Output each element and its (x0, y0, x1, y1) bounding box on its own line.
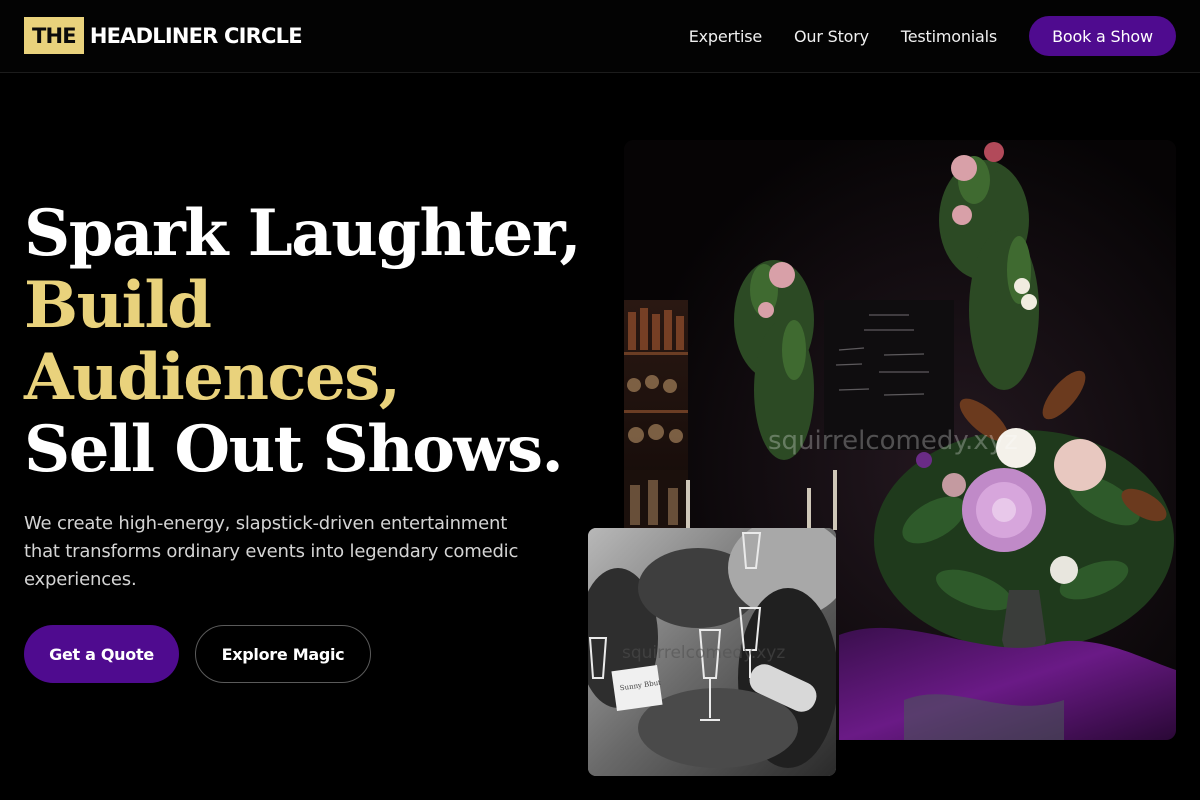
logo[interactable]: THE HEADLINER CIRCLE (24, 17, 303, 54)
hero-image-toast: Sunny Bbut squirrelcomedy.xyz (588, 528, 836, 776)
get-quote-button[interactable]: Get a Quote (24, 625, 179, 683)
nav-link-our-story[interactable]: Our Story (794, 27, 869, 46)
site-header: THE HEADLINER CIRCLE Expertise Our Story… (0, 0, 1200, 73)
image-watermark-small: squirrelcomedy.xyz (622, 643, 786, 663)
book-show-button[interactable]: Book a Show (1029, 16, 1176, 56)
nav-link-testimonials[interactable]: Testimonials (901, 27, 997, 46)
logo-text: HEADLINER CIRCLE (89, 23, 303, 48)
headline-line-1: Spark Laughter, (24, 196, 582, 271)
main-nav: Expertise Our Story Testimonials Book a … (689, 16, 1176, 56)
hero-headline: Spark Laughter, Build Audiences, Sell Ou… (24, 198, 604, 486)
logo-badge: THE (24, 17, 84, 54)
headline-line-3: Audiences, (24, 340, 401, 415)
headline-line-4: Sell Out Shows. (24, 412, 564, 487)
hero-subtext: We create high-energy, slapstick-driven … (24, 513, 519, 590)
nav-link-expertise[interactable]: Expertise (689, 27, 762, 46)
image-watermark-large: squirrelcomedy.xyz (768, 426, 1018, 456)
headline-line-2: Build (24, 268, 212, 343)
explore-magic-button[interactable]: Explore Magic (195, 625, 371, 683)
